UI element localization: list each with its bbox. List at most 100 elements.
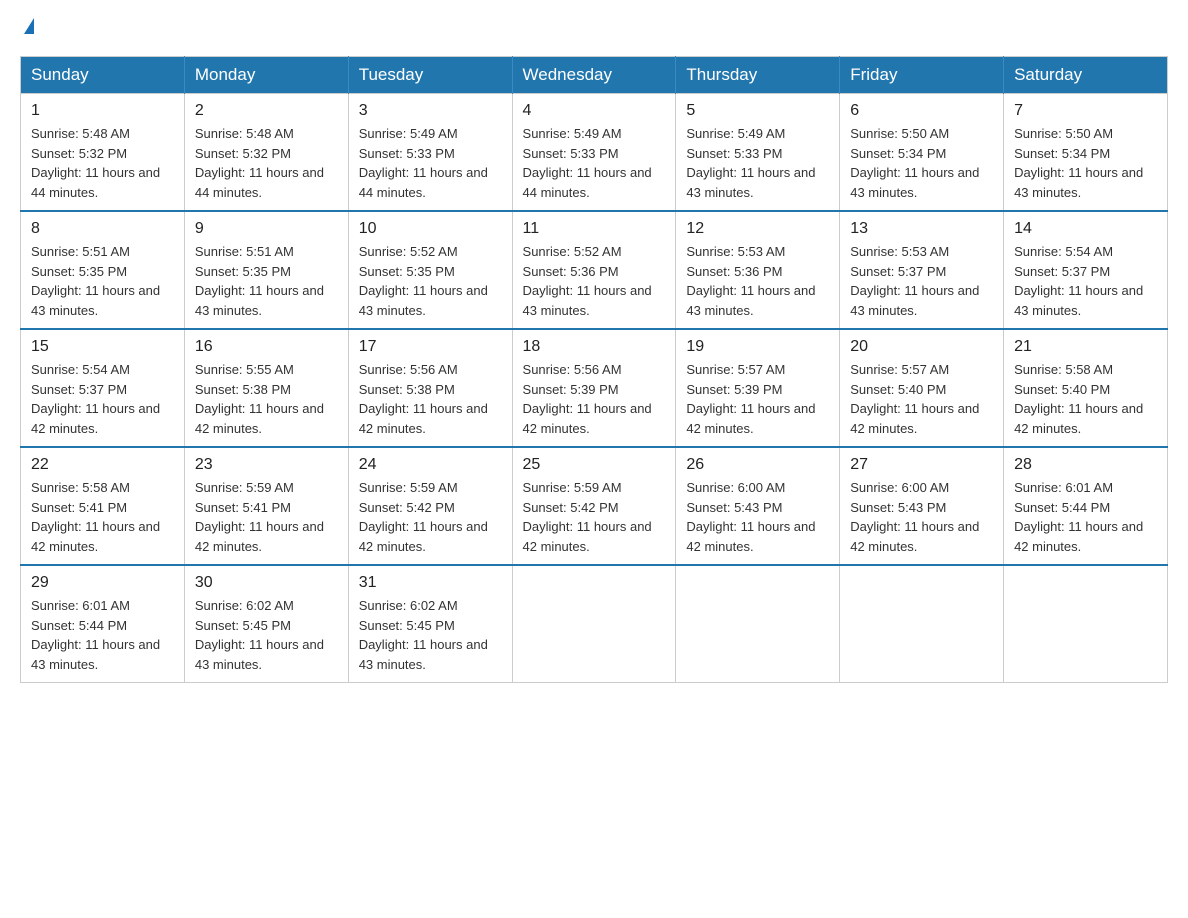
sunset-label: Sunset: 5:32 PM — [195, 146, 291, 161]
sunrise-label: Sunrise: 5:49 AM — [359, 126, 458, 141]
sunrise-label: Sunrise: 5:55 AM — [195, 362, 294, 377]
sunrise-label: Sunrise: 5:49 AM — [686, 126, 785, 141]
day-number: 7 — [1014, 102, 1157, 120]
sunrise-label: Sunrise: 5:54 AM — [31, 362, 130, 377]
sunset-label: Sunset: 5:40 PM — [850, 382, 946, 397]
day-number: 12 — [686, 220, 829, 238]
day-number: 2 — [195, 102, 338, 120]
day-number: 1 — [31, 102, 174, 120]
daylight-label: Daylight: 11 hours and 42 minutes. — [195, 401, 324, 436]
calendar-day-cell: 18 Sunrise: 5:56 AM Sunset: 5:39 PM Dayl… — [512, 329, 676, 447]
daylight-label: Daylight: 11 hours and 44 minutes. — [523, 165, 652, 200]
day-number: 20 — [850, 338, 993, 356]
calendar-day-cell: 17 Sunrise: 5:56 AM Sunset: 5:38 PM Dayl… — [348, 329, 512, 447]
day-info: Sunrise: 5:59 AM Sunset: 5:42 PM Dayligh… — [523, 478, 666, 556]
sunset-label: Sunset: 5:36 PM — [523, 264, 619, 279]
sunrise-label: Sunrise: 6:00 AM — [850, 480, 949, 495]
daylight-label: Daylight: 11 hours and 42 minutes. — [1014, 519, 1143, 554]
day-info: Sunrise: 5:50 AM Sunset: 5:34 PM Dayligh… — [1014, 124, 1157, 202]
day-info: Sunrise: 5:53 AM Sunset: 5:37 PM Dayligh… — [850, 242, 993, 320]
calendar-day-cell: 8 Sunrise: 5:51 AM Sunset: 5:35 PM Dayli… — [21, 211, 185, 329]
sunset-label: Sunset: 5:41 PM — [195, 500, 291, 515]
day-number: 17 — [359, 338, 502, 356]
day-info: Sunrise: 6:00 AM Sunset: 5:43 PM Dayligh… — [686, 478, 829, 556]
sunrise-label: Sunrise: 5:59 AM — [523, 480, 622, 495]
sunrise-label: Sunrise: 5:58 AM — [31, 480, 130, 495]
daylight-label: Daylight: 11 hours and 42 minutes. — [523, 519, 652, 554]
day-number: 30 — [195, 574, 338, 592]
day-info: Sunrise: 6:02 AM Sunset: 5:45 PM Dayligh… — [359, 596, 502, 674]
sunset-label: Sunset: 5:39 PM — [523, 382, 619, 397]
calendar-day-cell: 27 Sunrise: 6:00 AM Sunset: 5:43 PM Dayl… — [840, 447, 1004, 565]
calendar-day-cell: 20 Sunrise: 5:57 AM Sunset: 5:40 PM Dayl… — [840, 329, 1004, 447]
weekday-header-monday: Monday — [184, 57, 348, 94]
sunrise-label: Sunrise: 5:53 AM — [686, 244, 785, 259]
calendar-day-cell: 26 Sunrise: 6:00 AM Sunset: 5:43 PM Dayl… — [676, 447, 840, 565]
day-info: Sunrise: 5:49 AM Sunset: 5:33 PM Dayligh… — [523, 124, 666, 202]
day-info: Sunrise: 5:50 AM Sunset: 5:34 PM Dayligh… — [850, 124, 993, 202]
day-info: Sunrise: 5:58 AM Sunset: 5:40 PM Dayligh… — [1014, 360, 1157, 438]
sunset-label: Sunset: 5:42 PM — [359, 500, 455, 515]
daylight-label: Daylight: 11 hours and 42 minutes. — [195, 519, 324, 554]
day-info: Sunrise: 5:54 AM Sunset: 5:37 PM Dayligh… — [1014, 242, 1157, 320]
daylight-label: Daylight: 11 hours and 42 minutes. — [523, 401, 652, 436]
day-info: Sunrise: 5:59 AM Sunset: 5:41 PM Dayligh… — [195, 478, 338, 556]
daylight-label: Daylight: 11 hours and 43 minutes. — [195, 283, 324, 318]
day-number: 16 — [195, 338, 338, 356]
daylight-label: Daylight: 11 hours and 43 minutes. — [850, 165, 979, 200]
weekday-header-saturday: Saturday — [1004, 57, 1168, 94]
day-number: 13 — [850, 220, 993, 238]
sunrise-label: Sunrise: 5:49 AM — [523, 126, 622, 141]
sunset-label: Sunset: 5:33 PM — [359, 146, 455, 161]
sunset-label: Sunset: 5:35 PM — [195, 264, 291, 279]
calendar-day-cell: 7 Sunrise: 5:50 AM Sunset: 5:34 PM Dayli… — [1004, 94, 1168, 212]
daylight-label: Daylight: 11 hours and 43 minutes. — [686, 283, 815, 318]
calendar-day-cell: 6 Sunrise: 5:50 AM Sunset: 5:34 PM Dayli… — [840, 94, 1004, 212]
calendar-day-cell: 24 Sunrise: 5:59 AM Sunset: 5:42 PM Dayl… — [348, 447, 512, 565]
sunrise-label: Sunrise: 5:51 AM — [195, 244, 294, 259]
day-number: 18 — [523, 338, 666, 356]
weekday-header-wednesday: Wednesday — [512, 57, 676, 94]
sunrise-label: Sunrise: 5:52 AM — [523, 244, 622, 259]
calendar-day-cell: 12 Sunrise: 5:53 AM Sunset: 5:36 PM Dayl… — [676, 211, 840, 329]
sunset-label: Sunset: 5:33 PM — [686, 146, 782, 161]
sunrise-label: Sunrise: 5:56 AM — [523, 362, 622, 377]
calendar-week-row: 29 Sunrise: 6:01 AM Sunset: 5:44 PM Dayl… — [21, 565, 1168, 683]
daylight-label: Daylight: 11 hours and 42 minutes. — [1014, 401, 1143, 436]
sunset-label: Sunset: 5:35 PM — [31, 264, 127, 279]
logo-triangle-icon — [24, 18, 34, 34]
day-number: 10 — [359, 220, 502, 238]
calendar-day-cell: 9 Sunrise: 5:51 AM Sunset: 5:35 PM Dayli… — [184, 211, 348, 329]
day-number: 29 — [31, 574, 174, 592]
day-info: Sunrise: 5:56 AM Sunset: 5:39 PM Dayligh… — [523, 360, 666, 438]
sunset-label: Sunset: 5:43 PM — [686, 500, 782, 515]
day-info: Sunrise: 5:51 AM Sunset: 5:35 PM Dayligh… — [31, 242, 174, 320]
sunset-label: Sunset: 5:34 PM — [1014, 146, 1110, 161]
day-number: 5 — [686, 102, 829, 120]
sunset-label: Sunset: 5:45 PM — [359, 618, 455, 633]
daylight-label: Daylight: 11 hours and 42 minutes. — [686, 401, 815, 436]
day-info: Sunrise: 5:52 AM Sunset: 5:35 PM Dayligh… — [359, 242, 502, 320]
daylight-label: Daylight: 11 hours and 43 minutes. — [1014, 283, 1143, 318]
day-info: Sunrise: 5:48 AM Sunset: 5:32 PM Dayligh… — [31, 124, 174, 202]
calendar-day-cell: 16 Sunrise: 5:55 AM Sunset: 5:38 PM Dayl… — [184, 329, 348, 447]
daylight-label: Daylight: 11 hours and 43 minutes. — [523, 283, 652, 318]
day-number: 14 — [1014, 220, 1157, 238]
sunset-label: Sunset: 5:36 PM — [686, 264, 782, 279]
calendar-day-cell: 22 Sunrise: 5:58 AM Sunset: 5:41 PM Dayl… — [21, 447, 185, 565]
day-number: 28 — [1014, 456, 1157, 474]
calendar-week-row: 15 Sunrise: 5:54 AM Sunset: 5:37 PM Dayl… — [21, 329, 1168, 447]
sunset-label: Sunset: 5:44 PM — [1014, 500, 1110, 515]
calendar-day-cell: 30 Sunrise: 6:02 AM Sunset: 5:45 PM Dayl… — [184, 565, 348, 683]
sunset-label: Sunset: 5:35 PM — [359, 264, 455, 279]
calendar-day-cell: 19 Sunrise: 5:57 AM Sunset: 5:39 PM Dayl… — [676, 329, 840, 447]
sunrise-label: Sunrise: 5:59 AM — [359, 480, 458, 495]
day-number: 25 — [523, 456, 666, 474]
day-number: 24 — [359, 456, 502, 474]
day-number: 31 — [359, 574, 502, 592]
day-number: 11 — [523, 220, 666, 238]
daylight-label: Daylight: 11 hours and 44 minutes. — [31, 165, 160, 200]
sunset-label: Sunset: 5:45 PM — [195, 618, 291, 633]
day-number: 22 — [31, 456, 174, 474]
day-number: 15 — [31, 338, 174, 356]
